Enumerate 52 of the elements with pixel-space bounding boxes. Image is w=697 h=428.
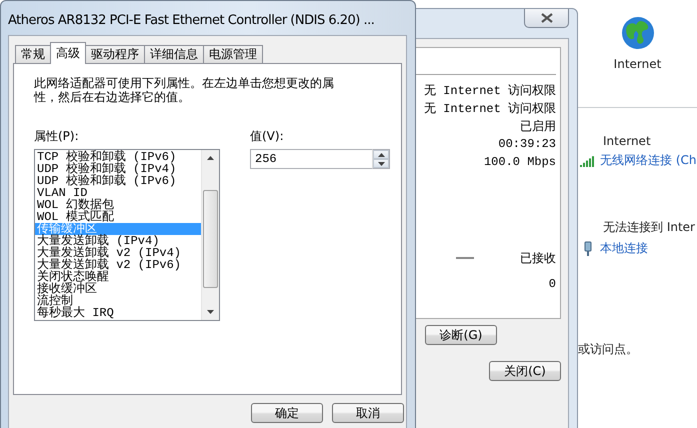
list-item[interactable]: 接收缓冲区 bbox=[35, 283, 201, 295]
list-item[interactable]: WOL 模式匹配 bbox=[35, 211, 201, 223]
status-value: 00:39:23 bbox=[498, 137, 556, 151]
property-label: 属性(P): bbox=[34, 128, 80, 145]
list-item[interactable]: 流控制 bbox=[35, 295, 201, 307]
tab[interactable]: 驱动程序 bbox=[85, 45, 145, 64]
spin-buttons[interactable] bbox=[372, 149, 390, 169]
cancel-button[interactable]: 取消 bbox=[332, 403, 404, 423]
close-icon bbox=[540, 13, 554, 23]
list-item[interactable]: 大量发送卸载 (IPv4) bbox=[35, 235, 201, 247]
list-item[interactable]: 大量发送卸载 v2 (IPv6) bbox=[35, 259, 201, 271]
note-text: 或访问点。 bbox=[578, 341, 639, 358]
diagnose-button[interactable]: 诊断(G) bbox=[425, 325, 497, 345]
up-arrow-icon bbox=[207, 156, 214, 160]
list-item[interactable]: 每秒最大 IRQ bbox=[35, 307, 201, 319]
up-arrow-icon bbox=[378, 152, 384, 156]
received-count: 0 bbox=[548, 277, 556, 291]
list-item[interactable]: TCP 校验和卸载 (IPv6) bbox=[35, 151, 201, 163]
list-item[interactable]: 关闭状态唤醒 bbox=[35, 271, 201, 283]
status-value: 无 Internet 访问权限 bbox=[424, 82, 556, 98]
connection-link[interactable]: 本地连接 bbox=[600, 240, 648, 257]
description-text: 此网络适配器可使用下列属性。在左边单击您想更改的属性，然后在右边选择它的值。 bbox=[34, 76, 335, 104]
activity-label: 已接收 bbox=[520, 250, 556, 266]
down-arrow-icon bbox=[378, 162, 384, 166]
window-title: Atheros AR8132 PCI-E Fast Ethernet Controller (NDIS 6.20) ... bbox=[8, 13, 374, 28]
dash-line-icon bbox=[456, 257, 474, 259]
down-arrow-icon bbox=[207, 310, 214, 314]
globe-icon bbox=[620, 15, 656, 51]
list-item[interactable]: WOL 幻数据包 bbox=[35, 199, 201, 211]
tab[interactable]: 高级 bbox=[50, 42, 86, 64]
close-dialog-button[interactable]: 关闭(C) bbox=[489, 361, 561, 381]
tab[interactable]: 详细信息 bbox=[144, 45, 204, 64]
close-button[interactable] bbox=[524, 9, 569, 28]
connection-link[interactable]: 无线网络连接 (Ch bbox=[600, 152, 696, 169]
list-item[interactable]: UDP 校验和卸载 (IPv6) bbox=[35, 175, 201, 187]
tab[interactable]: 电源管理 bbox=[203, 45, 263, 64]
value-label: 值(V): bbox=[250, 128, 285, 145]
status-value: 已启用 bbox=[520, 118, 556, 134]
scrollbar[interactable] bbox=[201, 150, 219, 320]
value-field[interactable]: 256 bbox=[250, 149, 372, 169]
tab[interactable]: 常规 bbox=[15, 45, 51, 64]
status-value: 无 Internet 访问权限 bbox=[424, 100, 556, 116]
status-value: 100.0 Mbps bbox=[484, 155, 556, 169]
list-item[interactable]: 大量发送卸载 v2 (IPv4) bbox=[35, 247, 201, 259]
list-item[interactable]: UDP 校验和卸载 (IPv4) bbox=[35, 163, 201, 175]
scroll-thumb[interactable] bbox=[203, 190, 218, 288]
list-item[interactable]: VLAN ID bbox=[35, 187, 201, 199]
signal-bars-icon bbox=[580, 154, 596, 166]
network-name: Internet bbox=[602, 134, 652, 148]
ok-button[interactable]: 确定 bbox=[251, 403, 323, 423]
globe-label: Internet bbox=[614, 57, 662, 71]
network-name: 无法连接到 Inter bbox=[602, 219, 696, 236]
